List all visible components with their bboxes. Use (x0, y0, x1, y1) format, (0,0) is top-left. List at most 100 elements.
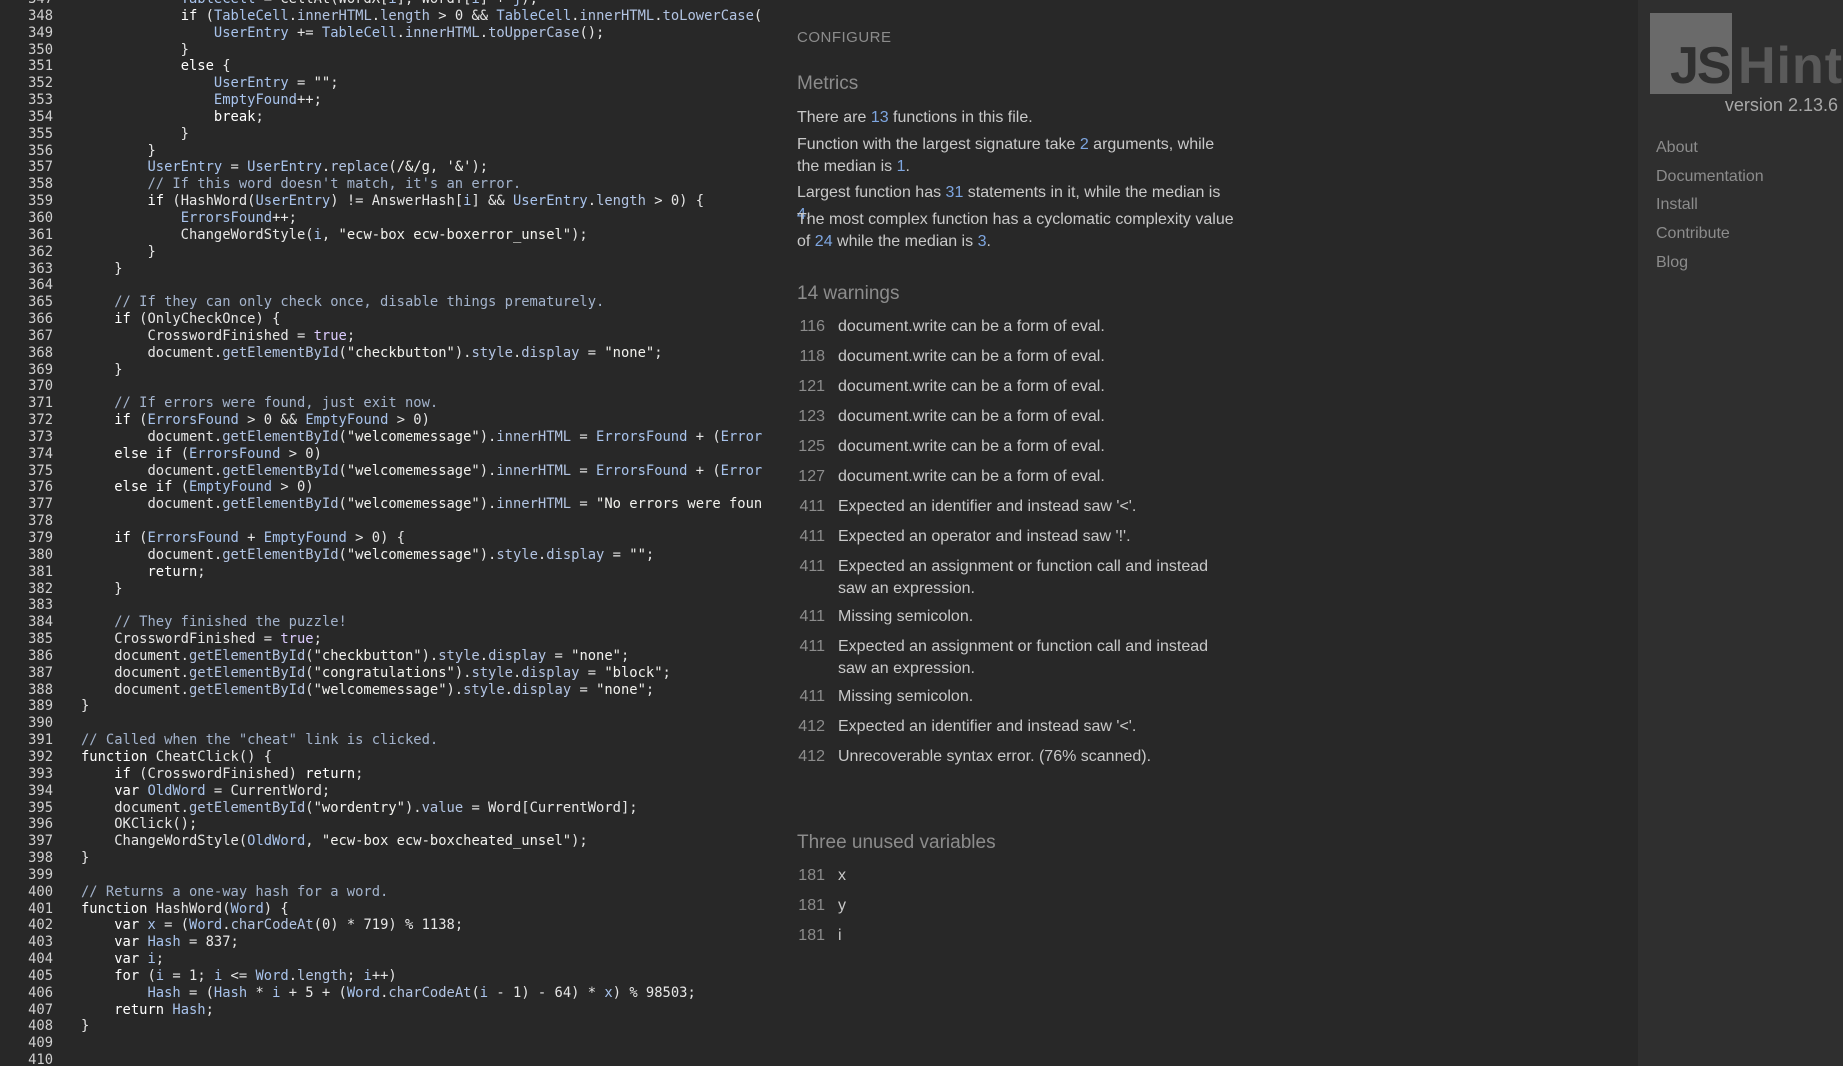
code-line[interactable]: 368 document.getElementById("checkbutton… (0, 345, 776, 362)
code-line[interactable]: 409 (0, 1035, 776, 1052)
code-line[interactable]: 390 (0, 715, 776, 732)
code-line[interactable]: 367 CrosswordFinished = true; (0, 328, 776, 345)
code-line[interactable]: 373 document.getElementById("welcomemess… (0, 429, 776, 446)
metric-complexity-median: 3 (977, 233, 987, 250)
code-line[interactable]: 401 function HashWord(Word) { (0, 901, 776, 918)
code-line[interactable]: 391 // Called when the "cheat" link is cl… (0, 732, 776, 749)
code-text: break; (213, 108, 264, 125)
code-line[interactable]: 381 return; (0, 564, 776, 581)
metrics-title: Metrics (797, 73, 859, 94)
code-text: else { (180, 58, 231, 75)
code-line[interactable]: 398} (0, 850, 776, 867)
code-line[interactable]: 350 } (0, 42, 776, 59)
code-line[interactable]: 355 } (0, 126, 776, 143)
code-text: document.getElementById("welcomemessage"… (81, 681, 655, 698)
code-line[interactable]: 364 (0, 277, 776, 294)
nav-contribute[interactable]: Contribute (1656, 225, 1730, 243)
code-line[interactable]: 360 ErrorsFound++; (0, 210, 776, 227)
code-line[interactable]: 383 (0, 597, 776, 614)
code-line[interactable]: 372 if (ErrorsFound > 0 && EmptyFound > … (0, 412, 776, 429)
warning-message: Missing semicolon. (838, 688, 974, 705)
code-line[interactable]: 349 UserEntry += TableCell.innerHTML.toU… (0, 25, 776, 42)
code-line[interactable]: 358 // If this word doesn't match, it's … (0, 176, 776, 193)
code-line[interactable]: 392 function CheatClick() { (0, 749, 776, 766)
code-text: ChangeWordStyle(i, "ecw-box ecw-boxerror… (81, 226, 588, 243)
code-line[interactable]: 387 document.getElementById("congratulat… (0, 665, 776, 682)
code-line[interactable]: 399 (0, 867, 776, 884)
code-text: } (81, 142, 156, 159)
code-line[interactable]: 376 else if (EmptyFound > 0) (0, 479, 776, 496)
code-line[interactable]: 402 var x = (Word.charCodeAt(0) * 719) %… (0, 917, 776, 934)
code-line[interactable]: 378 (0, 513, 776, 530)
code-line[interactable]: 356 } (0, 143, 776, 160)
code-line[interactable]: 403 var Hash = 837; (0, 934, 776, 951)
code-line[interactable]: 352 UserEntry = ""; (0, 75, 776, 92)
code-text: document.getElementById("welcomemessage"… (81, 428, 763, 445)
code-line[interactable]: 406 Hash = (Hash * i + 5 + (Word.charCod… (0, 985, 776, 1002)
line-number: 367 (28, 327, 53, 344)
code-line[interactable]: 396 OKClick(); (0, 816, 776, 833)
line-number: 371 (28, 395, 53, 412)
line-number: 403 (28, 934, 53, 951)
code-line[interactable]: 404 var i; (0, 951, 776, 968)
configure-link[interactable]: CONFIGURE (797, 29, 892, 46)
code-line[interactable]: 363 } (0, 261, 776, 278)
code-line[interactable]: 386 document.getElementById("checkbutton… (0, 648, 776, 665)
code-line[interactable]: 407 return Hash; (0, 1002, 776, 1019)
warning-message: Missing semicolon. (838, 608, 974, 625)
nav-blog[interactable]: Blog (1656, 254, 1688, 272)
warning-message: Expected an identifier and instead saw '… (838, 498, 1137, 515)
code-line[interactable]: 388 document.getElementById("welcomemess… (0, 682, 776, 699)
code-line[interactable]: 347 TableCell = CellAt(WordX[i], WordY[i… (0, 0, 776, 8)
code-line[interactable]: 370 (0, 378, 776, 395)
nav-documentation[interactable]: Documentation (1656, 168, 1764, 186)
code-line[interactable]: 366 if (OnlyCheckOnce) { (0, 311, 776, 328)
line-number: 355 (28, 125, 53, 142)
code-line[interactable]: 408} (0, 1018, 776, 1035)
code-line[interactable]: 377 document.getElementById("welcomemess… (0, 496, 776, 513)
code-line[interactable]: 382 } (0, 581, 776, 598)
code-text: UserEntry += TableCell.innerHTML.toUpper… (213, 24, 605, 41)
code-line[interactable]: 393 if (CrosswordFinished) return; (0, 766, 776, 783)
code-line[interactable]: 348 if (TableCell.innerHTML.length > 0 &… (0, 8, 776, 25)
warning-line-number: 127 (798, 468, 825, 485)
code-text: } (81, 580, 123, 597)
code-line[interactable]: 375 document.getElementById("welcomemess… (0, 463, 776, 480)
line-number: 365 (28, 294, 53, 311)
line-number: 366 (28, 311, 53, 328)
code-line[interactable]: 353 EmptyFound++; (0, 92, 776, 109)
code-line[interactable]: 400 // Returns a one-way hash for a word. (0, 884, 776, 901)
code-line[interactable]: 395 document.getElementById("wordentry")… (0, 800, 776, 817)
code-line[interactable]: 362 } (0, 244, 776, 261)
code-line[interactable]: 394 var OldWord = CurrentWord; (0, 783, 776, 800)
code-line[interactable]: 359 if (HashWord(UserEntry) != AnswerHas… (0, 193, 776, 210)
nav-install[interactable]: Install (1656, 196, 1698, 214)
code-line[interactable]: 389} (0, 698, 776, 715)
line-number: 401 (28, 900, 53, 917)
code-line[interactable]: 410 (0, 1052, 776, 1066)
code-text: if (HashWord(UserEntry) != AnswerHash[i]… (147, 193, 705, 210)
code-line[interactable]: 361 ChangeWordStyle(i, "ecw-box ecw-boxe… (0, 227, 776, 244)
code-line[interactable]: 369 } (0, 362, 776, 379)
code-line[interactable]: 374 else if (ErrorsFound > 0) (0, 446, 776, 463)
code-line[interactable]: 351 else { (0, 58, 776, 75)
code-text: Hash = (Hash * i + 5 + (Word.charCodeAt(… (147, 984, 696, 1001)
code-line[interactable]: 365 // If they can only check once, disa… (0, 294, 776, 311)
code-line[interactable]: 357 UserEntry = UserEntry.replace(/&/g, … (0, 159, 776, 176)
code-line[interactable]: 397 ChangeWordStyle(OldWord, "ecw-box ec… (0, 833, 776, 850)
nav-about[interactable]: About (1656, 139, 1698, 157)
code-line[interactable]: 405 for (i = 1; i <= Word.length; i++) (0, 968, 776, 985)
code-editor[interactable]: 347 TableCell = CellAt(WordX[i], WordY[i… (0, 0, 776, 1066)
code-line[interactable]: 379 if (ErrorsFound + EmptyFound > 0) { (0, 530, 776, 547)
code-text: } (81, 243, 156, 260)
line-number: 363 (28, 260, 53, 277)
line-number: 357 (28, 159, 53, 176)
code-line[interactable]: 354 break; (0, 109, 776, 126)
code-line[interactable]: 385 CrosswordFinished = true; (0, 631, 776, 648)
code-line[interactable]: 371 // If errors were found, just exit n… (0, 395, 776, 412)
code-line[interactable]: 384 // They finished the puzzle! (0, 614, 776, 631)
code-line[interactable]: 380 document.getElementById("welcomemess… (0, 547, 776, 564)
warning-line-number: 125 (798, 438, 825, 455)
warning-line-number: 412 (798, 748, 825, 765)
warning-line-number: 411 (799, 528, 825, 545)
